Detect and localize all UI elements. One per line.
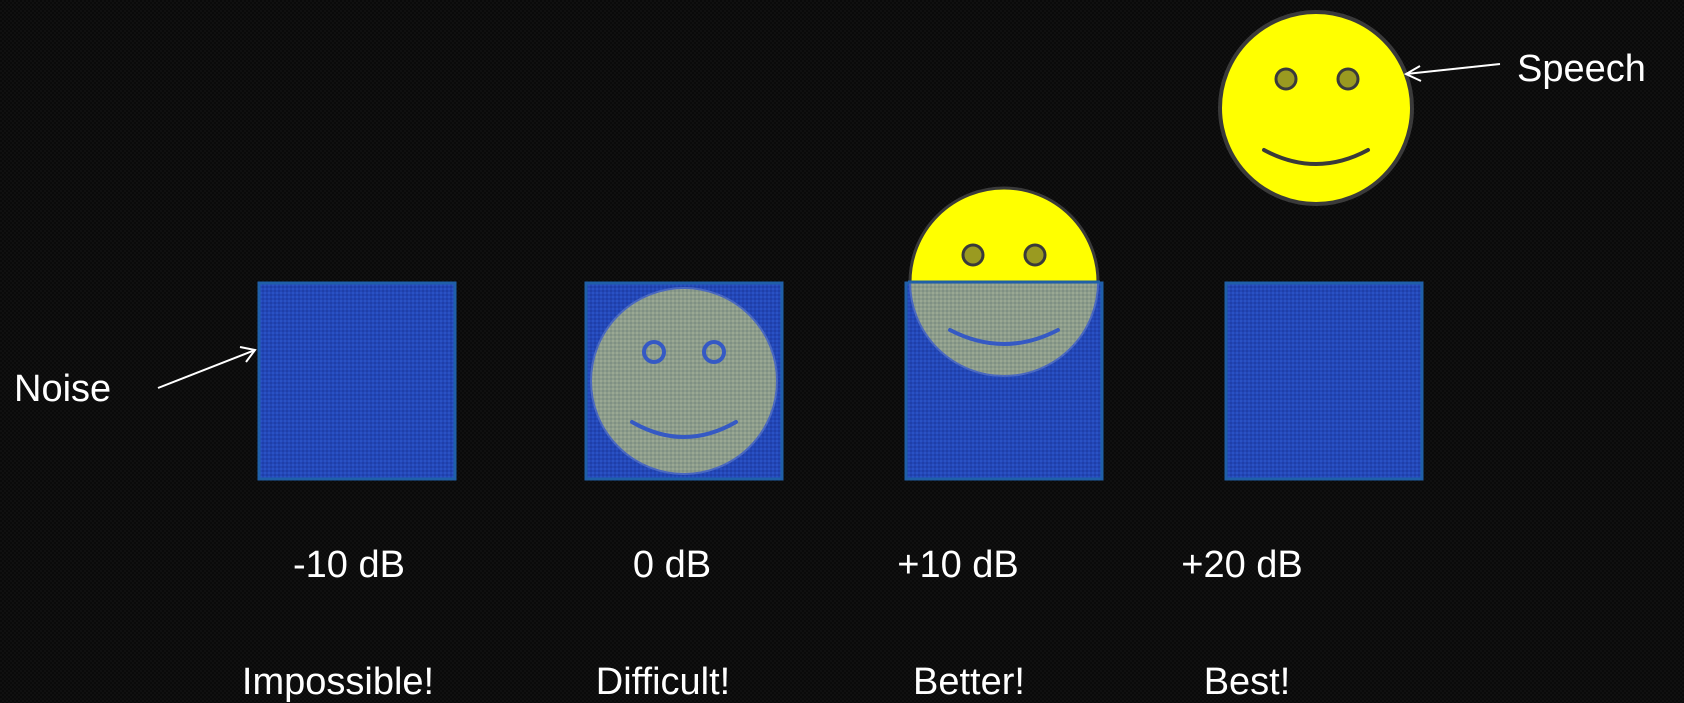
half-smiley-face-icon [908,186,1100,377]
snr-diagram [157,10,1501,481]
snr-label-plus-20db: +20 dB [1181,544,1303,586]
speech-label: Speech [1517,48,1646,90]
noise-box-minus-10db [257,281,457,481]
noise-box-0db [584,281,784,481]
noise-box-plus-10db [904,186,1104,481]
snr-label-minus-10db: -10 dB [293,544,405,586]
noise-box-plus-20db [1224,281,1424,481]
snr-label-0db: 0 dB [632,544,712,586]
faded-smiley-face-icon [590,287,778,475]
speech-arrow-icon [1403,63,1501,82]
noise-arrow-icon [157,346,257,389]
verdict-label-best: Best! [1203,661,1291,703]
noise-label: Noise [14,368,112,410]
verdict-label-difficult: Difficult! [595,661,731,703]
verdict-label-impossible: Impossible! [241,661,435,703]
snr-label-plus-10db: +10 dB [897,544,1019,586]
slide-background: Noise Speech -10 dB 0 dB +10 dB +20 dB I… [0,0,1684,703]
speech-smiley-face-icon [1218,10,1414,206]
verdict-label-better: Better! [913,661,1025,703]
